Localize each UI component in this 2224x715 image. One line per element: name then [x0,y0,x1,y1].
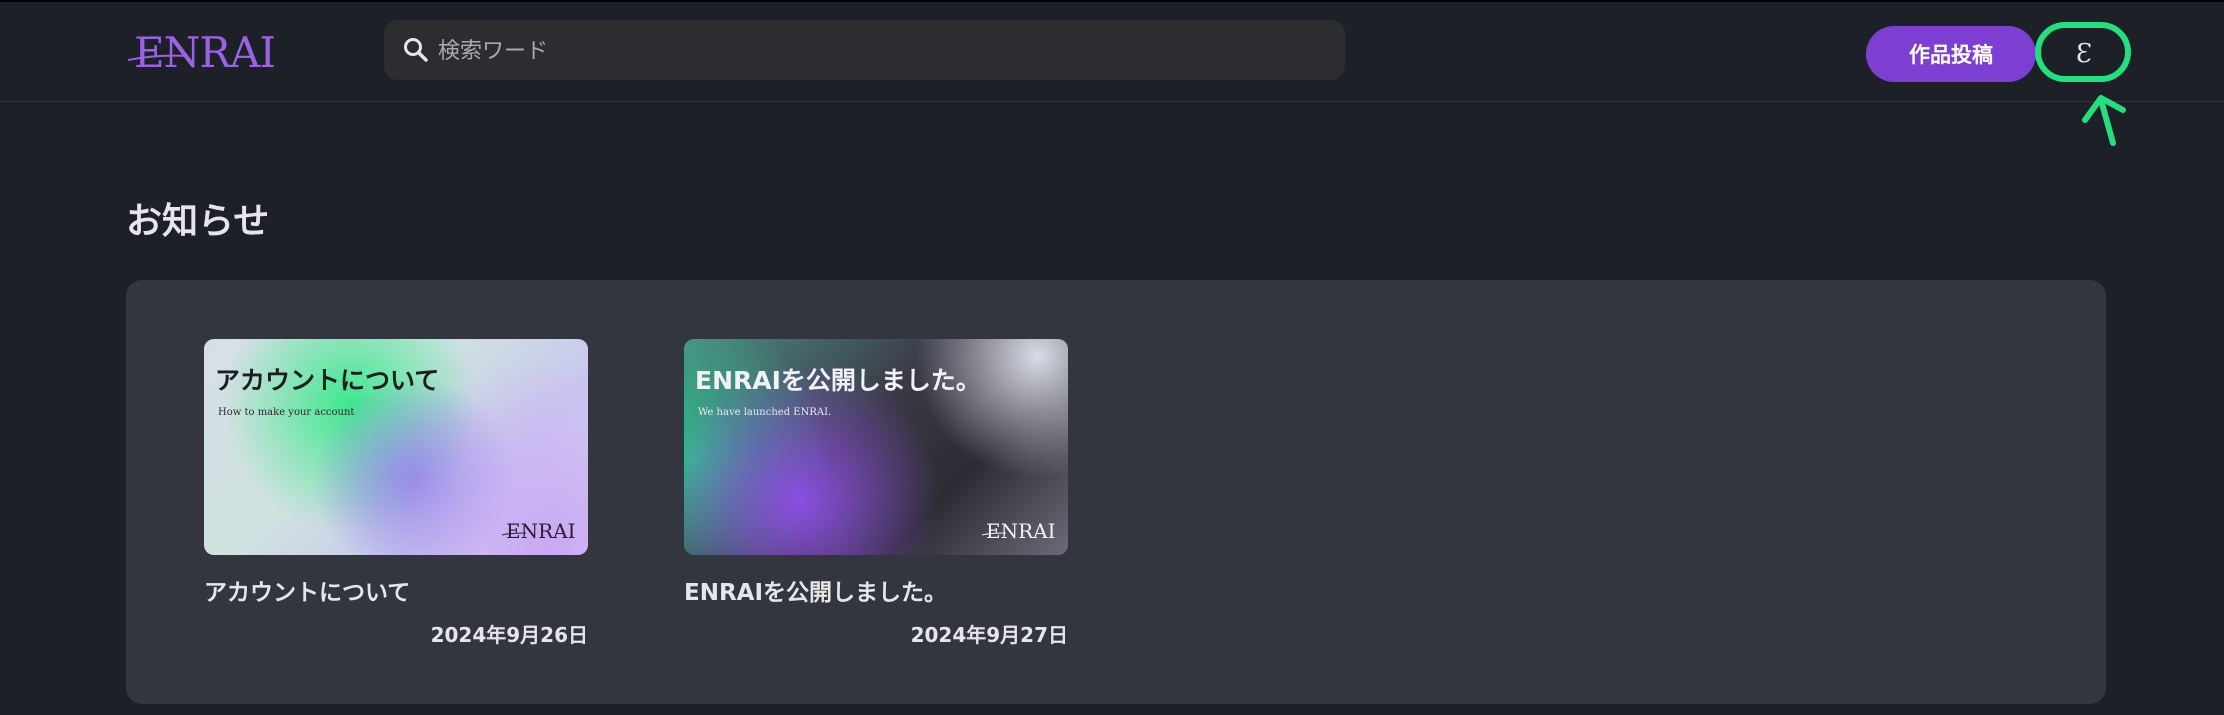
page-title: お知らせ [126,201,270,242]
thumbnail-logo: ENRAI [502,519,576,541]
top-header: ENRAI 作品投稿 Ɛ [0,0,2224,102]
search-icon [404,38,428,62]
enrai-logo[interactable]: ENRAI [128,22,298,82]
news-panel: アカウントについて How to make your account ENRAI… [126,280,2106,704]
news-date: 2024年9月27日 [910,623,1068,647]
post-work-button[interactable]: 作品投稿 [1866,26,2036,82]
svg-text:ENRAI: ENRAI [506,519,576,541]
news-card[interactable]: アカウントについて How to make your account ENRAI… [204,339,588,648]
thumbnail-title: アカウントについて [215,366,440,395]
svg-text:ENRAI: ENRAI [134,28,275,77]
annotation-arrow-icon [2082,95,2126,146]
news-thumbnail[interactable]: アカウントについて How to make your account ENRAI [204,339,588,555]
thumbnail-subtitle: We have launched ENRAI. [698,407,832,418]
thumbnail-title: ENRAIを公開しました。 [695,366,981,395]
news-title[interactable]: アカウントについて [204,573,588,607]
news-thumbnail[interactable]: ENRAIを公開しました。 We have launched ENRAI. EN… [684,339,1068,555]
user-avatar[interactable]: Ɛ [2036,24,2132,84]
thumbnail-logo: ENRAI [982,519,1056,541]
search-bar[interactable] [384,20,1345,82]
svg-text:ENRAI: ENRAI [986,519,1056,541]
news-card[interactable]: ENRAIを公開しました。 We have launched ENRAI. EN… [684,339,1068,648]
thumbnail-subtitle: How to make your account [218,407,355,418]
news-title[interactable]: ENRAIを公開しました。 [684,573,1068,607]
search-input[interactable] [436,20,1320,82]
avatar-letter: Ɛ [2075,39,2093,69]
news-date: 2024年9月26日 [430,623,588,647]
